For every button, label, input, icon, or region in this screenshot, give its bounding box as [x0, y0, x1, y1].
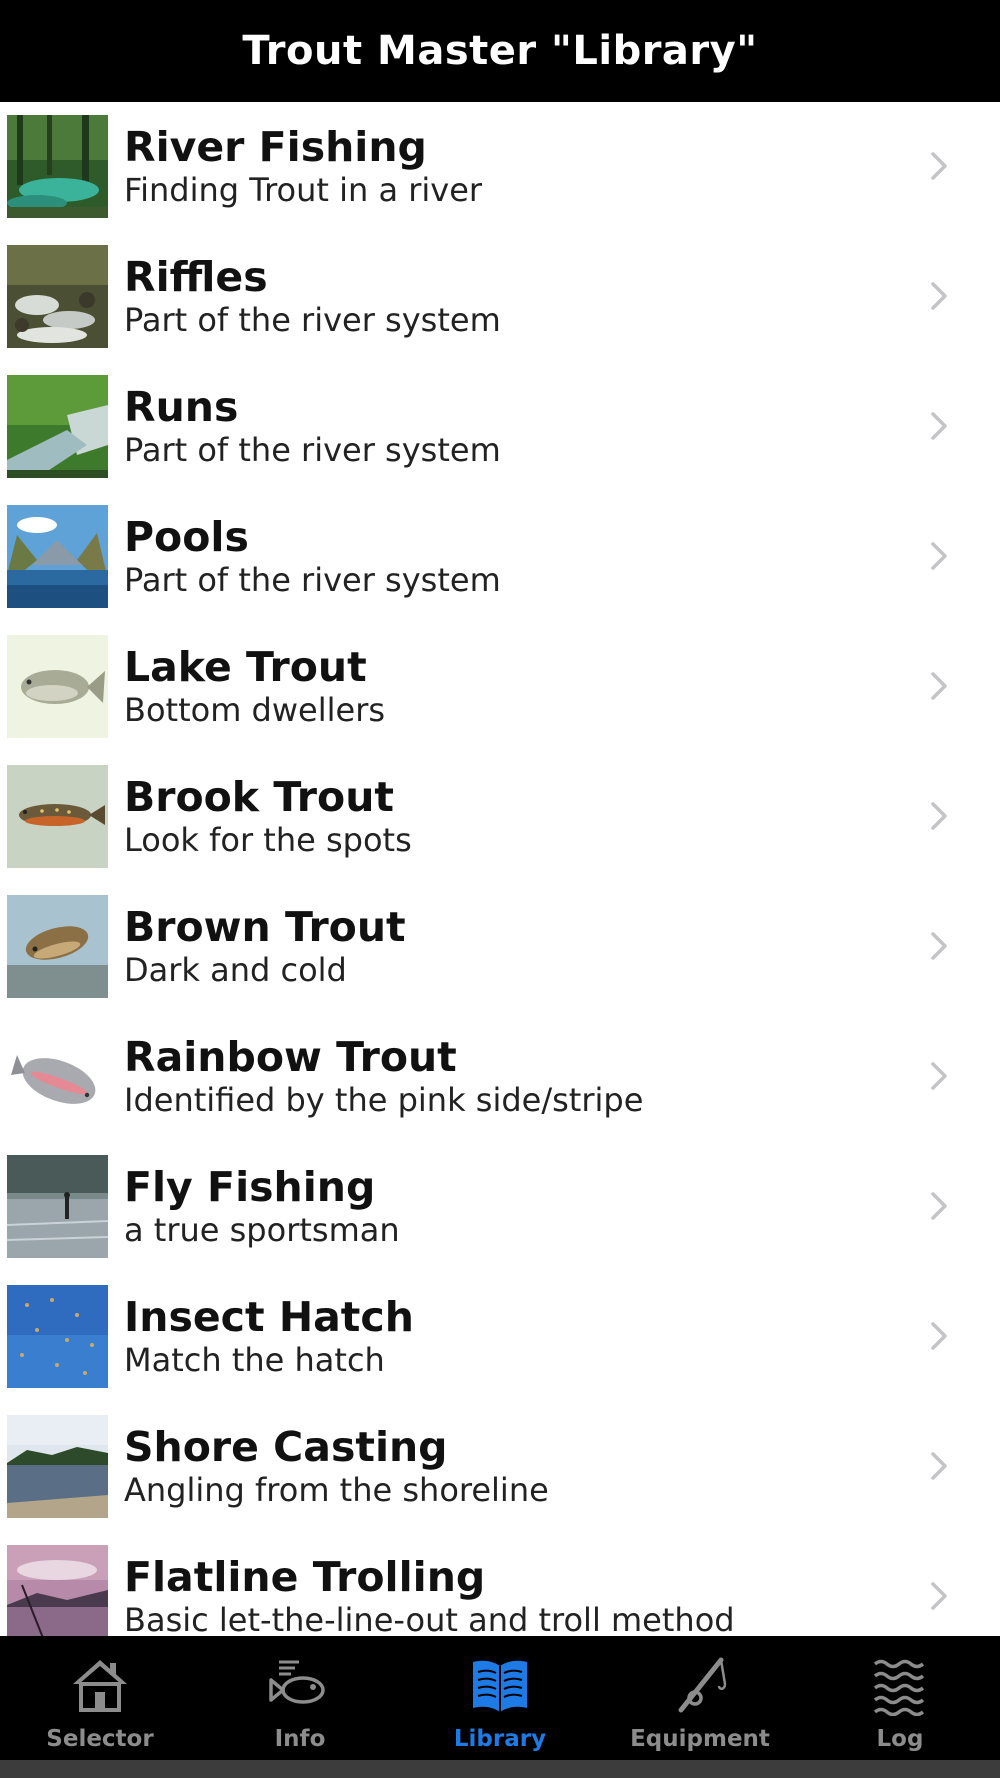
- library-list[interactable]: River Fishing Finding Trout in a river R…: [0, 102, 1000, 1636]
- item-title: River Fishing: [124, 123, 427, 171]
- list-item-insect-hatch[interactable]: Insect Hatch Match the hatch: [0, 1272, 1000, 1402]
- app-screen: Trout Master "Library" River Fishing Fin…: [0, 0, 1000, 1778]
- tab-library[interactable]: Library: [400, 1636, 600, 1760]
- item-title: Flatline Trolling: [124, 1553, 486, 1601]
- chevron-right-icon: [924, 796, 954, 836]
- flatline-trolling-thumbnail: [7, 1545, 108, 1636]
- chevron-right-icon: [924, 1576, 954, 1616]
- fly-fishing-thumbnail: [7, 1155, 108, 1258]
- list-item-brown-trout[interactable]: Brown Trout Dark and cold: [0, 882, 1000, 1012]
- list-item-runs[interactable]: Runs Part of the river system: [0, 362, 1000, 492]
- list-item-flatline-trolling[interactable]: Flatline Trolling Basic let-the-line-out…: [0, 1532, 1000, 1636]
- page-title: Trout Master "Library": [242, 28, 758, 74]
- open-book-icon: [473, 1660, 527, 1712]
- chevron-right-icon: [924, 1056, 954, 1096]
- fish-icon: [269, 1660, 325, 1704]
- item-subtitle: Basic let-the-line-out and troll method: [124, 1601, 735, 1636]
- item-subtitle: Part of the river system: [124, 431, 501, 469]
- rainbow-trout-thumbnail: [7, 1025, 108, 1128]
- item-subtitle: Identified by the pink side/stripe: [124, 1081, 644, 1119]
- fishing-rod-icon: [678, 1657, 727, 1713]
- item-subtitle: Part of the river system: [124, 561, 501, 599]
- tab-selector[interactable]: Selector: [0, 1636, 200, 1760]
- tab-label: Selector: [46, 1726, 154, 1752]
- house-icon: [73, 1660, 127, 1712]
- list-item-lake-trout[interactable]: Lake Trout Bottom dwellers: [0, 622, 1000, 752]
- item-subtitle: Match the hatch: [124, 1341, 385, 1379]
- brown-trout-thumbnail: [7, 895, 108, 998]
- list-item-river-fishing[interactable]: River Fishing Finding Trout in a river: [0, 102, 1000, 232]
- chevron-right-icon: [924, 406, 954, 446]
- chevron-right-icon: [924, 1446, 954, 1486]
- chevron-right-icon: [924, 276, 954, 316]
- list-item-brook-trout[interactable]: Brook Trout Look for the spots: [0, 752, 1000, 882]
- chevron-right-icon: [924, 536, 954, 576]
- item-subtitle: a true sportsman: [124, 1211, 400, 1249]
- chevron-right-icon: [924, 926, 954, 966]
- tab-label: Log: [876, 1726, 924, 1752]
- item-subtitle: Look for the spots: [124, 821, 412, 859]
- brook-trout-thumbnail: [7, 765, 108, 868]
- list-item-riffles[interactable]: Riffles Part of the river system: [0, 232, 1000, 362]
- river-forest-thumbnail: [7, 115, 108, 218]
- lake-trout-thumbnail: [7, 635, 108, 738]
- item-subtitle: Dark and cold: [124, 951, 347, 989]
- item-title: Riffles: [124, 253, 268, 301]
- tab-label: Info: [274, 1726, 326, 1752]
- chevron-right-icon: [924, 1186, 954, 1226]
- tab-log[interactable]: Log: [800, 1636, 1000, 1760]
- item-title: Brown Trout: [124, 903, 406, 951]
- insect-hatch-thumbnail: [7, 1285, 108, 1388]
- item-title: Rainbow Trout: [124, 1033, 457, 1081]
- item-title: Runs: [124, 383, 239, 431]
- pools-thumbnail: [7, 505, 108, 608]
- chevron-right-icon: [924, 146, 954, 186]
- riffles-thumbnail: [7, 245, 108, 348]
- home-indicator-area: [0, 1760, 1000, 1778]
- item-title: Insect Hatch: [124, 1293, 414, 1341]
- item-subtitle: Part of the river system: [124, 301, 501, 339]
- item-subtitle: Finding Trout in a river: [124, 171, 483, 209]
- item-title: Fly Fishing: [124, 1163, 376, 1211]
- list-item-pools[interactable]: Pools Part of the river system: [0, 492, 1000, 622]
- shore-casting-thumbnail: [7, 1415, 108, 1518]
- list-item-fly-fishing[interactable]: Fly Fishing a true sportsman: [0, 1142, 1000, 1272]
- item-title: Brook Trout: [124, 773, 394, 821]
- list-item-rainbow-trout[interactable]: Rainbow Trout Identified by the pink sid…: [0, 1012, 1000, 1142]
- tab-label: Library: [453, 1726, 547, 1752]
- runs-thumbnail: [7, 375, 108, 478]
- chevron-right-icon: [924, 1316, 954, 1356]
- item-subtitle: Bottom dwellers: [124, 691, 386, 729]
- waves-icon: [873, 1659, 925, 1716]
- tab-info[interactable]: Info: [200, 1636, 400, 1760]
- chevron-right-icon: [924, 666, 954, 706]
- item-title: Lake Trout: [124, 643, 367, 691]
- item-title: Shore Casting: [124, 1423, 448, 1471]
- list-item-shore-casting[interactable]: Shore Casting Angling from the shoreline: [0, 1402, 1000, 1532]
- item-subtitle: Angling from the shoreline: [124, 1471, 549, 1509]
- tab-label: Equipment: [630, 1726, 770, 1752]
- tab-equipment[interactable]: Equipment: [600, 1636, 800, 1760]
- navigation-bar: Trout Master "Library": [0, 0, 1000, 102]
- tab-bar: Selector Info Library Equipment Log: [0, 1636, 1000, 1760]
- item-title: Pools: [124, 513, 249, 561]
